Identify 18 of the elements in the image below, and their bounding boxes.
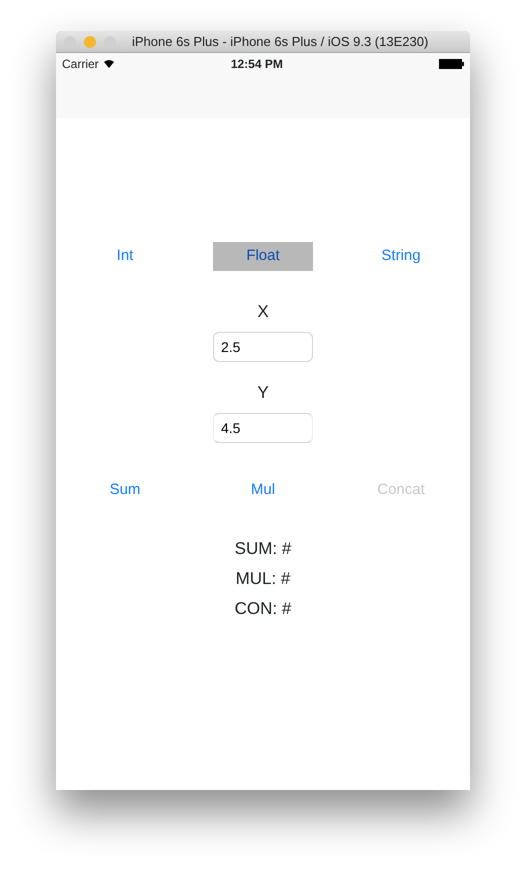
field-label: Y xyxy=(256,383,270,403)
input-field[interactable]: 2.5 xyxy=(213,332,313,362)
input-field[interactable]: 4.5 xyxy=(213,413,313,443)
result-label: MUL: # xyxy=(234,568,292,590)
operation-button[interactable]: Mul xyxy=(213,479,313,499)
window-title: iPhone 6s Plus - iPhone 6s Plus / iOS 9.3 (13E230) xyxy=(132,32,428,51)
type-button[interactable]: Float xyxy=(213,242,313,271)
wifi-icon xyxy=(102,59,115,69)
result-label: CON: # xyxy=(234,598,292,620)
minimize-icon[interactable] xyxy=(84,36,96,48)
field-label: X xyxy=(256,302,270,322)
operation-button[interactable]: Sum xyxy=(75,479,175,499)
carrier-label: Carrier xyxy=(62,56,99,73)
status-time: 12:54 PM xyxy=(230,56,284,73)
battery-icon xyxy=(439,59,464,69)
type-button[interactable]: Int xyxy=(75,242,175,271)
result-label: SUM: # xyxy=(234,538,292,560)
type-button[interactable]: String xyxy=(351,242,451,271)
